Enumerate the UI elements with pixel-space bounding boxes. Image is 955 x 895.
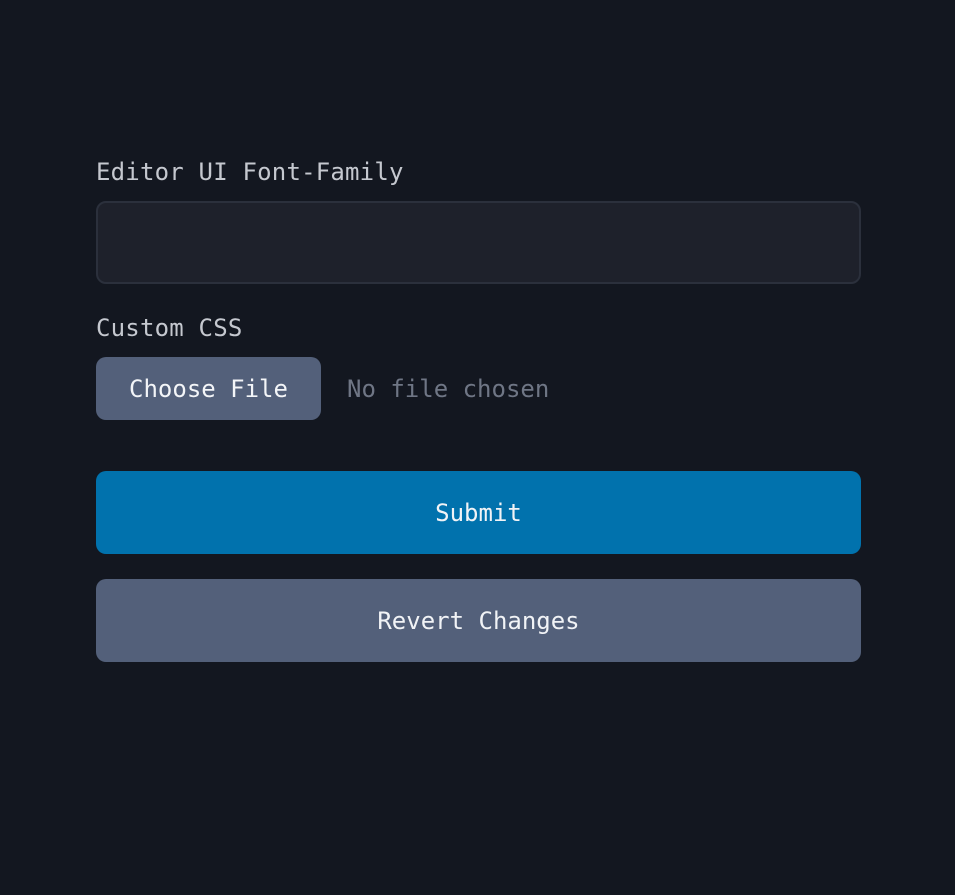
custom-css-label: Custom CSS [96,314,243,342]
settings-form: Editor UI Font-Family Custom CSS Choose … [96,150,861,662]
file-status-text: No file chosen [347,374,550,403]
submit-button[interactable]: Submit [96,471,861,554]
font-family-input[interactable] [96,201,861,284]
file-picker: Choose File No file chosen [96,357,861,420]
revert-changes-button[interactable]: Revert Changes [96,579,861,662]
choose-file-button[interactable]: Choose File [96,357,321,420]
font-family-label: Editor UI Font-Family [96,158,404,186]
